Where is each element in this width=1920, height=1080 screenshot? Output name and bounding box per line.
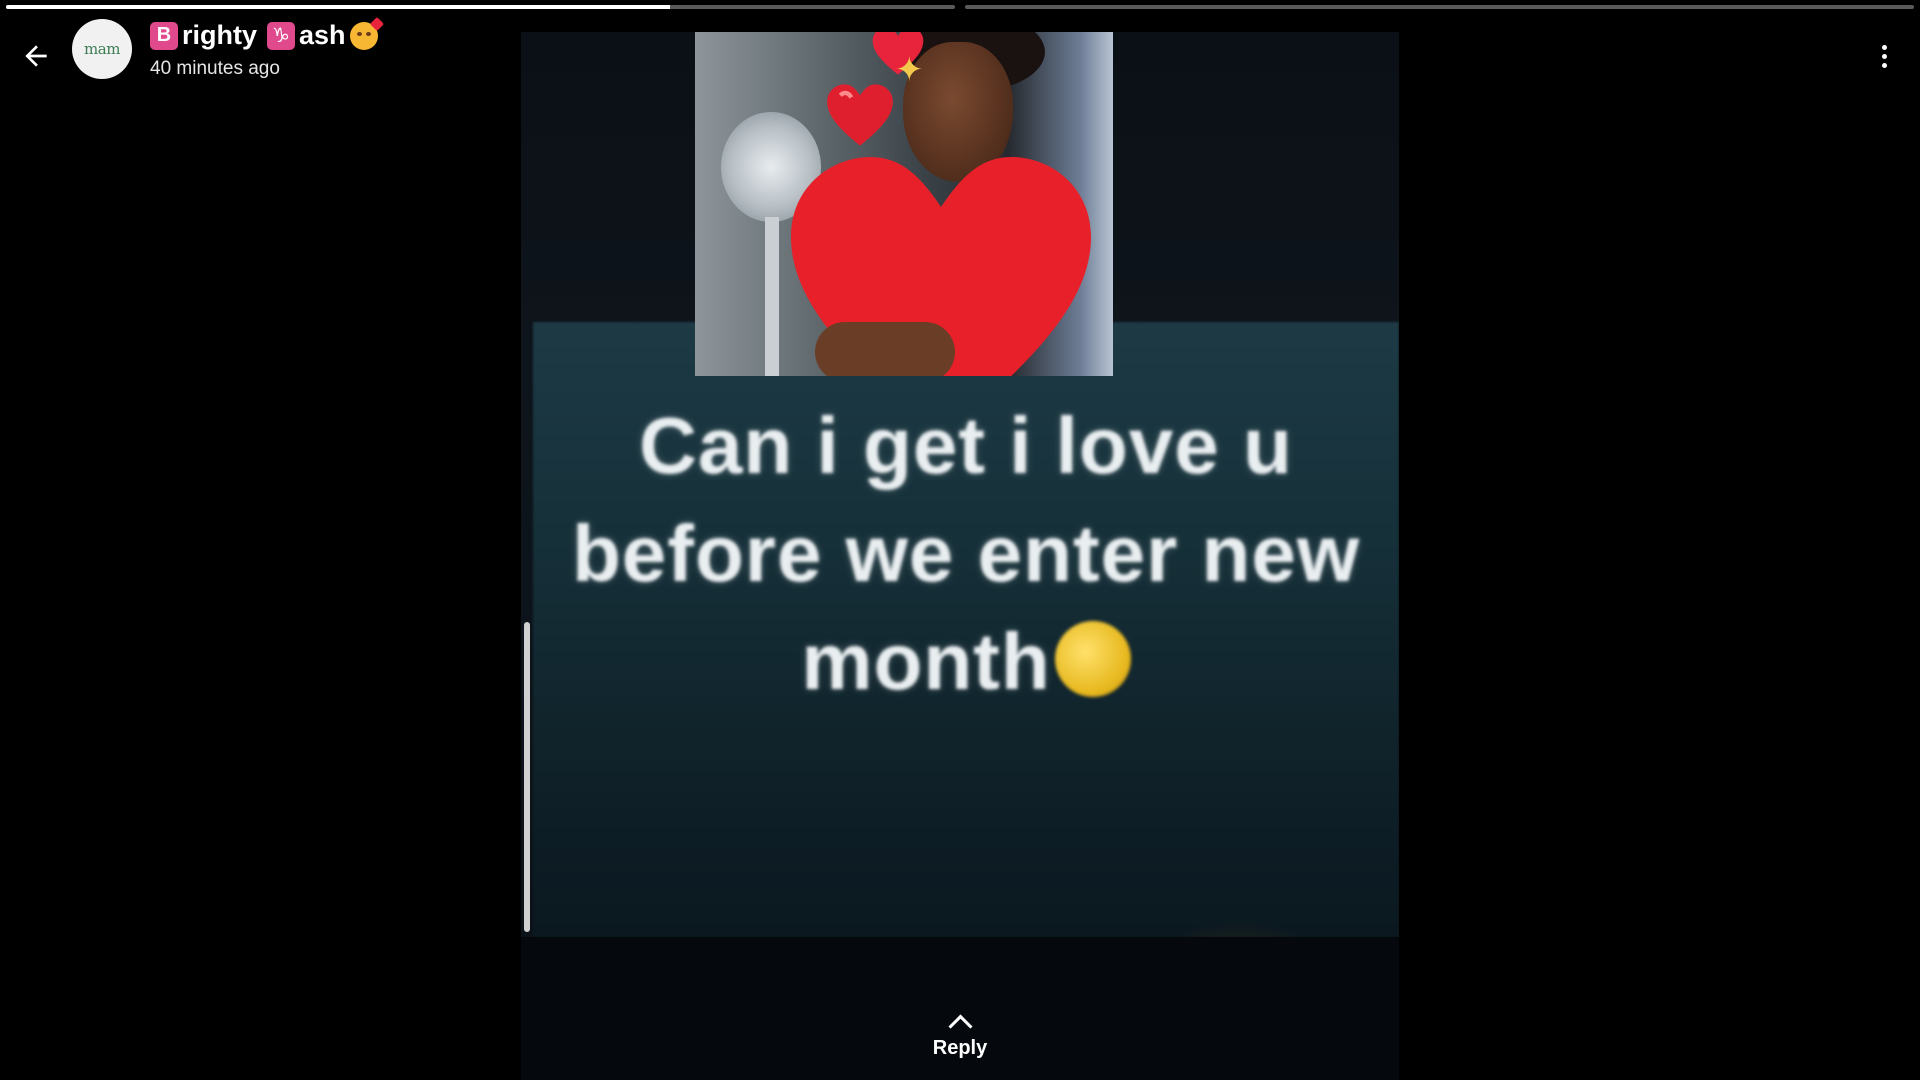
emoji-face-icon [1054,621,1131,697]
heart-icon [827,84,893,146]
progress-segment [6,5,955,9]
status-image[interactable]: ✦ Can i get i love u before we enter new… [521,32,1399,1080]
edge-line [524,622,530,932]
status-message: Can i get i love u before we enter new m… [533,392,1399,716]
arrow-left-icon [25,45,47,67]
status-progress [6,5,1914,9]
hand-shape [815,322,955,376]
status-timestamp: 40 minutes ago [150,58,280,79]
reply-label: Reply [932,1037,988,1059]
contact-name[interactable]: B righty ♑ ash [150,16,384,51]
name-text-1: righty [182,20,258,50]
status-text-line: Can i get i love u [639,401,1293,490]
status-header: mam B righty ♑ ash 40 minutes ago [0,14,1920,86]
avatar[interactable]: mam [72,19,132,79]
status-text-line: month [801,617,1051,706]
more-options-button[interactable] [1862,34,1906,78]
name-badge-capricorn: ♑ [267,21,296,50]
reply-button[interactable]: Reply [910,1012,1010,1076]
more-dot [1881,62,1887,68]
name-text-2: ash [299,20,346,50]
smiling-face-hearts-icon [349,16,384,50]
name-badge-b: B [150,21,178,50]
chevron-up-icon [947,1014,973,1039]
avatar-logo-text: mam [84,40,120,58]
more-dot [1881,53,1887,59]
progress-segment [965,5,1914,9]
progress-fill [6,5,671,9]
status-text-line: before we enter new [571,509,1361,598]
more-dot [1881,44,1887,50]
status-viewer: mam B righty ♑ ash 40 minutes ago ✦ Can … [0,0,1920,1080]
back-button[interactable] [14,34,58,78]
